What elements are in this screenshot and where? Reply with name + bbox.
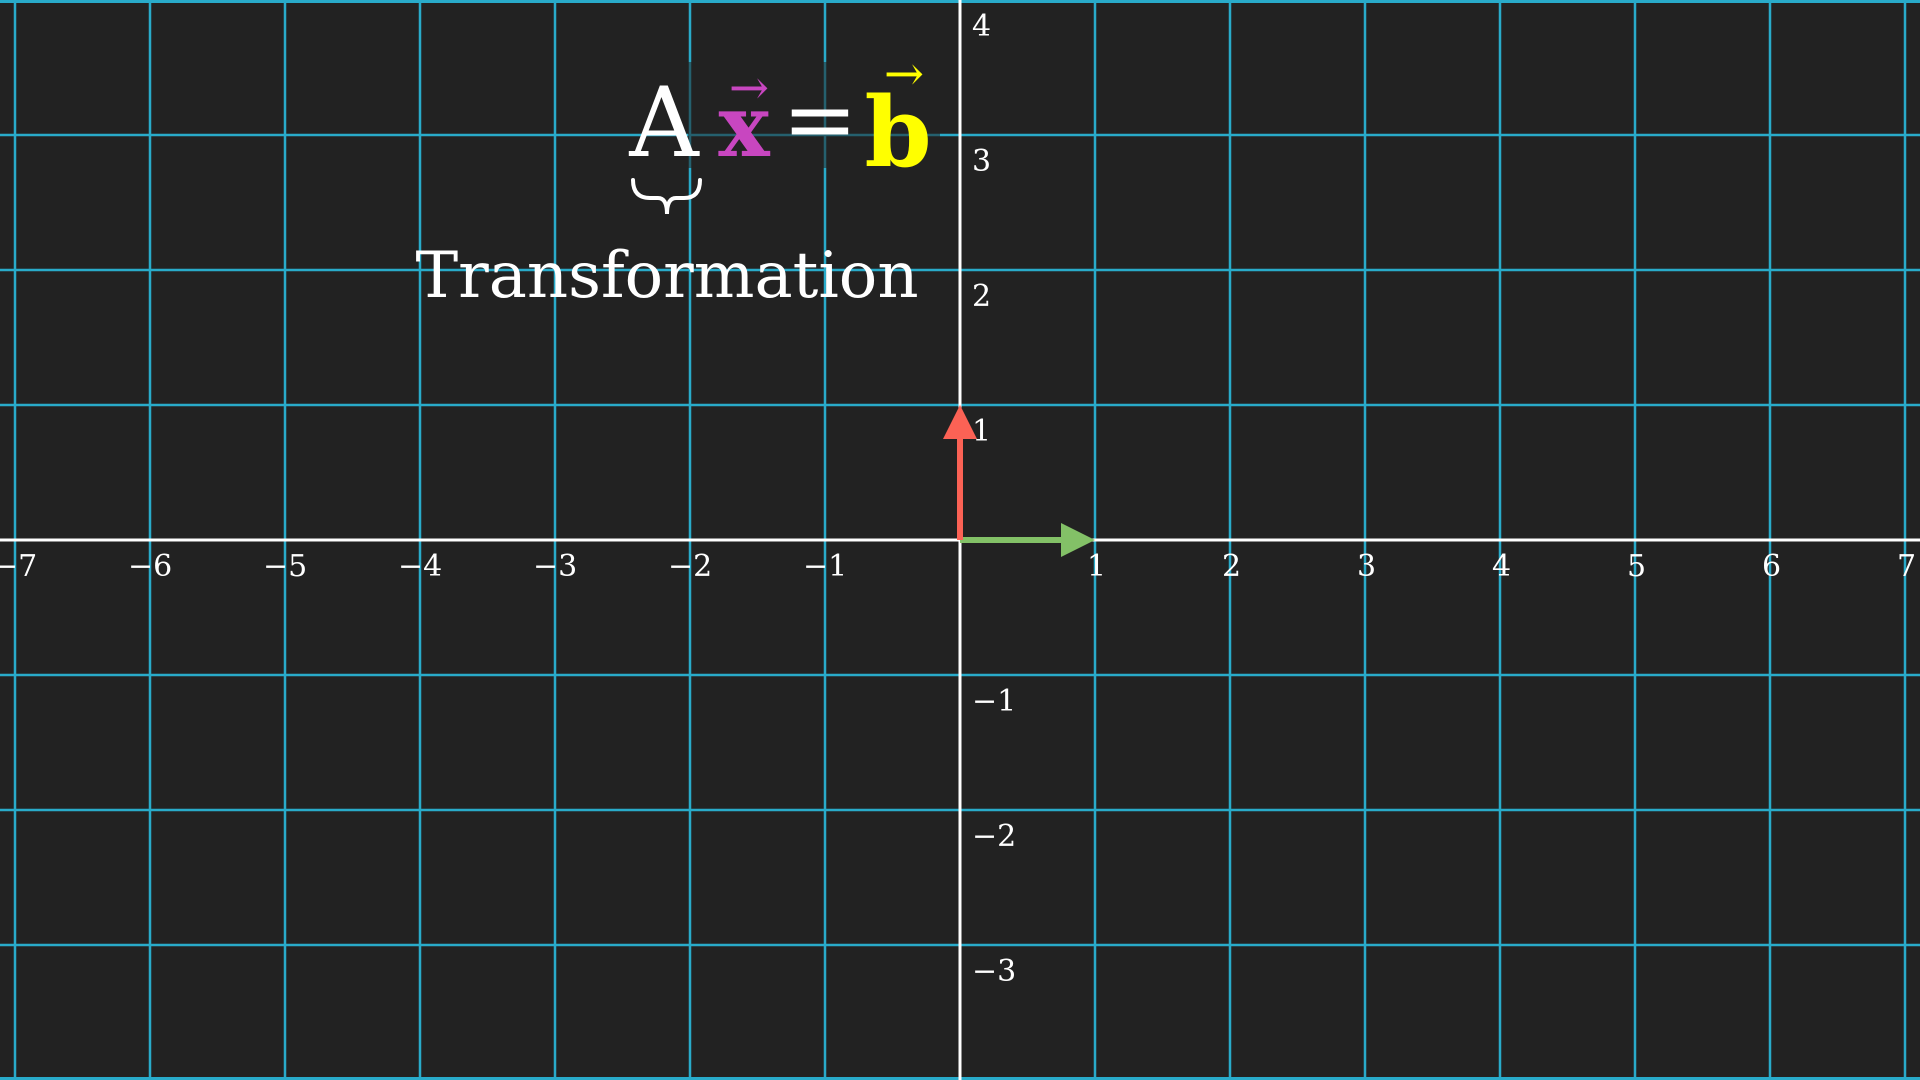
vector-b-arrow-icon: → xyxy=(884,46,924,102)
y-tick-label: 4 xyxy=(972,9,991,44)
y-tick-label: 2 xyxy=(972,279,991,314)
vector-x-arrow-icon: → xyxy=(729,60,769,116)
y-tick-label: 3 xyxy=(972,144,991,179)
x-tick-label: 1 xyxy=(1087,549,1106,584)
equals-sign: = xyxy=(782,67,857,172)
x-tick-label: 2 xyxy=(1222,549,1241,584)
x-tick-label: 3 xyxy=(1357,549,1376,584)
transformation-label: Transformation xyxy=(415,239,918,313)
y-tick-label: −1 xyxy=(972,684,1016,719)
x-tick-label: −7 xyxy=(0,549,37,584)
x-tick-label: −4 xyxy=(398,549,442,584)
coordinate-plane-scene: −7 −6 −5 −4 −3 −2 −1 1 2 3 4 5 6 7−3−2−11234 A x → = … xyxy=(0,0,1920,1080)
x-tick-label: 6 xyxy=(1762,549,1781,584)
y-tick-label: 1 xyxy=(972,414,991,449)
x-tick-label: 4 xyxy=(1492,549,1511,584)
x-tick-label: −2 xyxy=(668,549,712,584)
x-tick-label: −5 xyxy=(263,549,307,584)
y-tick-label: −3 xyxy=(972,954,1016,989)
x-tick-label: −3 xyxy=(533,549,577,584)
x-tick-label: 5 xyxy=(1627,549,1646,584)
x-tick-label: 7 xyxy=(1897,549,1916,584)
x-tick-label: −6 xyxy=(128,549,172,584)
x-tick-label: −1 xyxy=(803,549,847,584)
matrix-a-symbol: A xyxy=(628,67,700,179)
y-tick-label: −2 xyxy=(972,819,1016,854)
